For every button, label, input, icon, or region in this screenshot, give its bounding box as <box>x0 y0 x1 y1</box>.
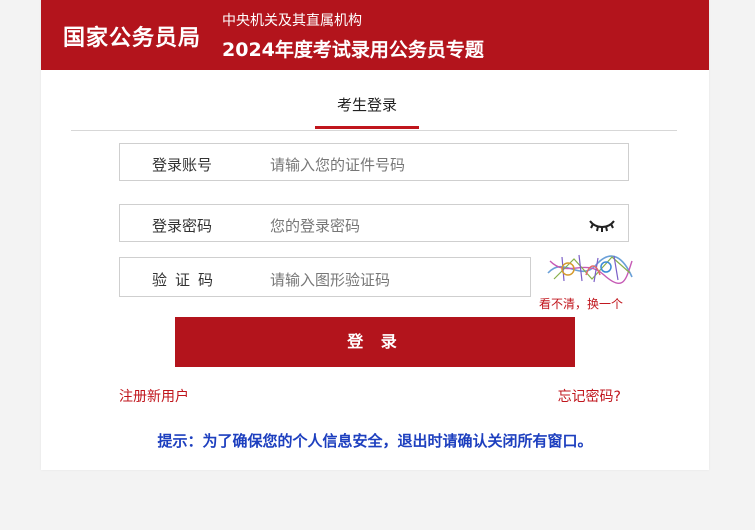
tab-divider <box>71 130 677 131</box>
login-card: 国家公务员局 中央机关及其直属机构 2024年度考试录用公务员专题 考生登录 登… <box>41 0 709 470</box>
security-notice: 提示：为了确保您的个人信息安全，退出时请确认关闭所有窗口。 <box>157 432 593 450</box>
tab-candidate-login[interactable]: 考生登录 <box>315 94 419 128</box>
register-link[interactable]: 注册新用户 <box>119 386 189 406</box>
login-button[interactable]: 登 录 <box>175 317 575 367</box>
password-field[interactable]: 登录密码 您的登录密码 <box>119 204 629 242</box>
header-subtitle-main: 2024年度考试录用公务员专题 <box>222 39 484 61</box>
brand-title: 国家公务员局 <box>63 26 202 51</box>
captcha-label: 验证码 <box>152 271 222 289</box>
account-input[interactable]: 请输入您的证件号码 <box>270 154 405 175</box>
account-label: 登录账号 <box>152 156 213 174</box>
password-input[interactable]: 您的登录密码 <box>270 215 360 236</box>
captcha-field[interactable]: 验证码 请输入图形验证码 <box>119 257 531 297</box>
captcha-refresh-link[interactable]: 看不清，换一个 <box>539 295 623 312</box>
captcha-image[interactable] <box>544 249 634 287</box>
captcha-input[interactable]: 请输入图形验证码 <box>270 269 390 290</box>
header-subtitle-top: 中央机关及其直属机构 <box>222 13 362 29</box>
password-label: 登录密码 <box>152 217 213 235</box>
tab-active-underline <box>315 126 419 129</box>
page-header: 国家公务员局 中央机关及其直属机构 2024年度考试录用公务员专题 <box>41 0 709 70</box>
forgot-password-link[interactable]: 忘记密码? <box>558 386 621 406</box>
eye-closed-icon[interactable] <box>588 215 616 233</box>
account-field[interactable]: 登录账号 请输入您的证件号码 <box>119 143 629 181</box>
